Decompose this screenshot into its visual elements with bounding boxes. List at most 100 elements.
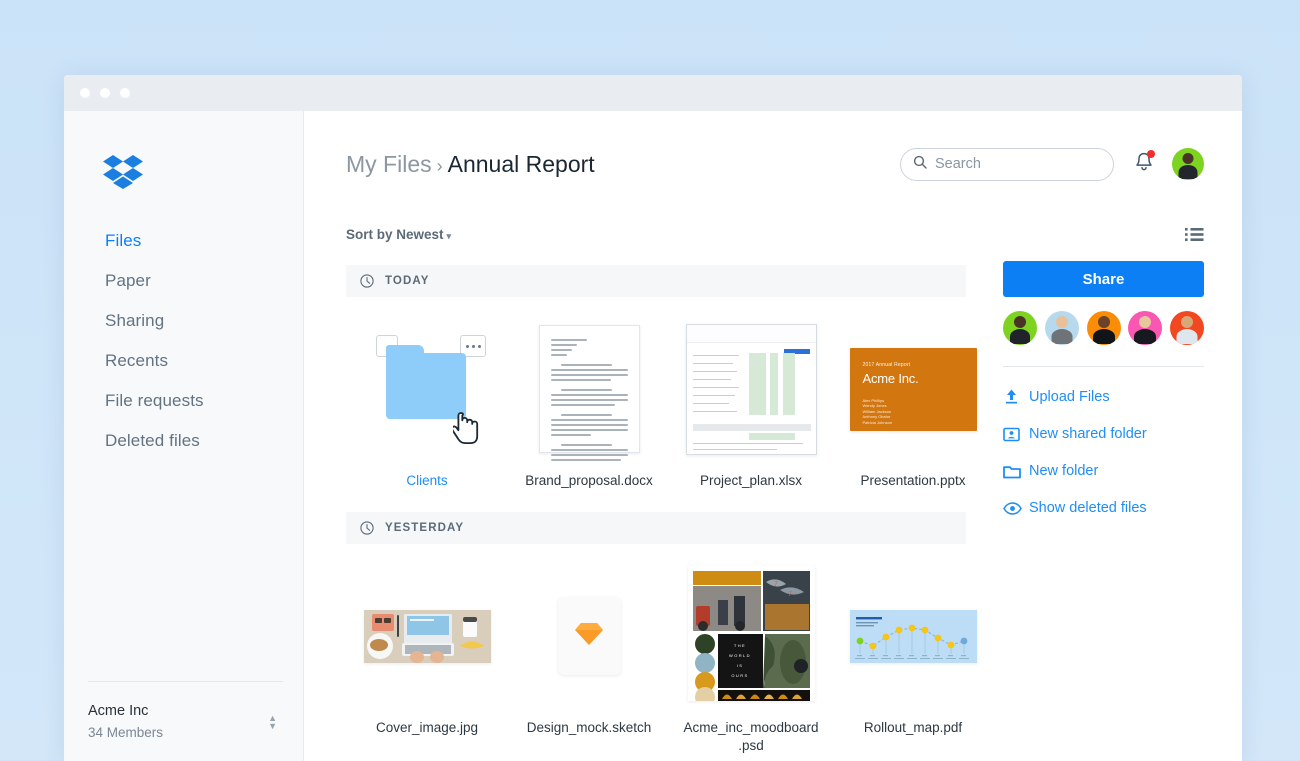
sidebar-item-file-requests[interactable]: File requests [64,381,303,421]
breadcrumb-current: Annual Report [447,150,595,177]
user-avatar[interactable] [1172,148,1204,180]
section-header-today: TODAY [346,265,966,297]
svg-text:THE: THE [733,643,745,648]
clock-icon [360,274,374,288]
eye-icon [1003,501,1029,515]
chevron-down-icon: ▾ [446,230,452,241]
file-browser: TODAY Clients Brand_proposal.docx Projec… [346,265,977,756]
minimize-dot[interactable] [100,88,110,98]
sort-label: Sort by Newest [346,226,444,242]
svg-text:7: 7 [788,591,792,598]
hand-cursor-icon [451,411,487,456]
file-tile-sketch[interactable]: Design_mock.sketch [508,566,670,755]
share-button[interactable]: Share [1003,261,1204,297]
upload-files-action[interactable]: Upload Files [1003,388,1204,405]
photo-thumbnail [363,609,491,663]
file-label: Project_plan.xlsx [699,473,803,488]
sidebar-item-label: Paper [105,271,151,290]
sidebar-item-label: Sharing [105,311,165,330]
member-avatar-4[interactable] [1128,311,1163,345]
member-avatar-3[interactable] [1086,311,1121,345]
app-window: Files Paper Sharing Recents File request… [64,75,1242,761]
sidebar-item-label: Deleted files [105,431,200,450]
sketch-thumbnail [557,597,621,676]
svg-text:IS: IS [736,663,743,668]
breadcrumb-separator: › [436,155,443,176]
sidebar-item-sharing[interactable]: Sharing [64,301,303,341]
file-tile-document[interactable]: Brand_proposal.docx [508,319,670,490]
sidebar-nav: Files Paper Sharing Recents File request… [64,221,303,461]
action-label: Show deleted files [1029,500,1147,516]
file-label: Presentation.pptx [860,473,966,488]
slide-title: Acme Inc. [862,370,919,386]
sketch-diamond-icon [574,621,604,652]
bell-icon [1134,152,1154,177]
list-view-icon[interactable] [1185,227,1204,242]
file-tile-moodboard[interactable]: 7 7 THE WORLD IS OURS Acme_inc_moodboard… [670,566,832,755]
file-tile-photo[interactable]: Cover_image.jpg [346,566,508,755]
shared-folder-icon [1003,426,1029,442]
search-box[interactable] [900,147,1114,181]
file-tile-spreadsheet[interactable]: Project_plan.xlsx [670,319,832,490]
file-tile-presentation[interactable]: 2017 Annual Report Acme Inc. Alex Philli… [832,319,994,490]
slide-author: Patricia Johnson [862,419,893,425]
window-titlebar [64,75,1242,111]
file-label: Design_mock.sketch [526,720,652,736]
folder-icon [1003,464,1029,479]
sidebar: Files Paper Sharing Recents File request… [64,111,304,761]
slide-kicker: 2017 Annual Report [862,361,911,368]
sidebar-item-deleted-files[interactable]: Deleted files [64,421,303,461]
file-label: Cover_image.jpg [375,720,479,736]
svg-text:OURS: OURS [731,673,748,678]
action-label: New shared folder [1029,426,1147,442]
team-member-count: 34 Members [88,724,164,740]
pdf-chart-thumbnail [849,609,977,663]
show-deleted-files-action[interactable]: Show deleted files [1003,500,1204,516]
presentation-thumbnail: 2017 Annual Report Acme Inc. Alex Philli… [849,347,977,431]
sidebar-item-files[interactable]: Files [64,221,303,261]
file-grid-today: Clients Brand_proposal.docx Project_plan… [346,297,977,490]
file-grid-yesterday: Cover_image.jpg Design_mock.sketch 7 7 T… [346,544,977,755]
folder-icon [386,353,466,419]
action-label: Upload Files [1029,388,1110,405]
member-avatar-1[interactable] [1003,311,1037,345]
file-toolbar: Sort by Newest ▾ [346,217,1242,251]
panel-divider [1003,366,1204,367]
close-dot[interactable] [80,88,90,98]
team-name: Acme Inc [88,703,149,719]
chevron-updown-icon[interactable]: ▲ ▼ [268,714,283,731]
svg-text:WORLD: WORLD [729,653,751,658]
member-avatar-5[interactable] [1170,311,1204,345]
sort-dropdown[interactable]: Sort by Newest ▾ [346,227,1185,242]
file-label: Acme_inc_moodboard .psd [683,720,819,754]
new-folder-action[interactable]: New folder [1003,463,1204,479]
notification-badge [1147,149,1155,158]
file-label: Rollout_map.pdf [863,720,963,736]
breadcrumb: My Files › Annual Report [346,151,900,178]
breadcrumb-parent[interactable]: My Files [346,151,432,177]
notifications-button[interactable] [1134,149,1155,178]
member-avatars [1003,311,1204,345]
file-tile-pdf[interactable]: Rollout_map.pdf [832,566,994,755]
maximize-dot[interactable] [120,88,130,98]
moodboard-thumbnail: 7 7 THE WORLD IS OURS [687,566,815,702]
right-panel: Share Upload Files New shared folder New… [1003,261,1204,516]
search-input[interactable] [935,156,1101,172]
dropbox-logo [103,153,143,189]
section-header-yesterday: YESTERDAY [346,512,966,545]
team-switcher[interactable]: Acme Inc 34 Members ▲ ▼ [88,681,283,743]
header-bar: My Files › Annual Report [346,111,1242,217]
new-shared-folder-action[interactable]: New shared folder [1003,426,1204,442]
search-icon [913,155,927,174]
file-tile-folder[interactable]: Clients [346,319,508,490]
member-avatar-2[interactable] [1044,311,1079,345]
spreadsheet-thumbnail [685,323,817,455]
action-label: New folder [1029,463,1099,479]
sidebar-item-label: File requests [105,391,204,410]
file-label: Clients [406,473,448,488]
sidebar-item-recents[interactable]: Recents [64,341,303,381]
upload-icon [1003,388,1029,405]
sidebar-item-paper[interactable]: Paper [64,261,303,301]
section-label: YESTERDAY [385,522,465,535]
sidebar-item-label: Files [105,231,142,250]
